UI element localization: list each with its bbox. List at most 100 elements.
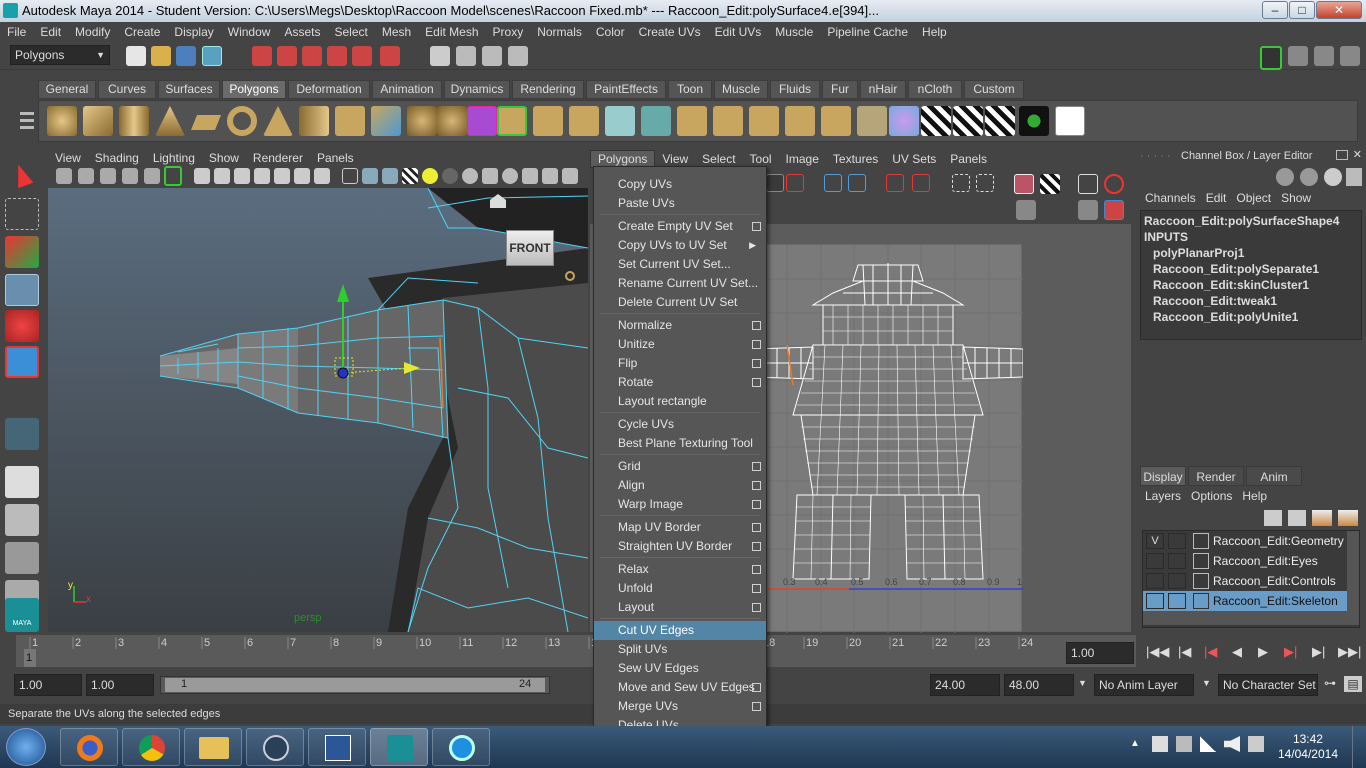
- insert-edge-loop-icon[interactable]: [641, 106, 671, 136]
- layer-visibility-toggle[interactable]: [1146, 573, 1164, 589]
- motion-blur-icon[interactable]: [482, 168, 498, 184]
- history-icon[interactable]: [380, 46, 400, 66]
- snap-point-icon[interactable]: [302, 46, 322, 66]
- channel-box-toggle-icon[interactable]: [1314, 46, 1334, 66]
- layer-tab-display[interactable]: Display: [1140, 466, 1186, 486]
- menu-edit-uvs[interactable]: Edit UVs: [708, 22, 769, 42]
- layer-color-swatch-icon[interactable]: [1193, 573, 1209, 589]
- layer-visibility-toggle[interactable]: V: [1146, 533, 1164, 549]
- smooth-shade-icon[interactable]: [362, 168, 378, 184]
- menu-item-sew-uv-edges[interactable]: Sew UV Edges: [594, 659, 766, 678]
- layer-display-type[interactable]: [1168, 573, 1186, 589]
- menu-normals[interactable]: Normals: [530, 22, 589, 42]
- option-box-icon[interactable]: [752, 542, 761, 551]
- menu-item-flip[interactable]: Flip: [594, 354, 766, 373]
- uv-menu-view[interactable]: View: [655, 151, 695, 167]
- menu-item-grid[interactable]: Grid: [594, 457, 766, 476]
- float-panel-icon[interactable]: [1336, 150, 1348, 160]
- cb-shape-node[interactable]: Raccoon_Edit:polySurfaceShape4: [1144, 213, 1339, 229]
- four-view-layout-icon[interactable]: [5, 504, 39, 536]
- uv-menu-panels[interactable]: Panels: [943, 151, 994, 167]
- menu-item-delete-current-uv-set[interactable]: Delete Current UV Set: [594, 293, 766, 312]
- menu-proxy[interactable]: Proxy: [486, 22, 531, 42]
- lights-icon[interactable]: [422, 168, 438, 184]
- uv-unfold-icon[interactable]: [985, 106, 1015, 136]
- tray-action-center-icon[interactable]: [1152, 736, 1168, 752]
- show-desktop-button[interactable]: [1352, 726, 1366, 768]
- step-back-key-icon[interactable]: |◀: [1204, 644, 1217, 660]
- move-layer-down-icon[interactable]: [1288, 510, 1306, 526]
- option-box-icon[interactable]: [752, 683, 761, 692]
- render-view-icon[interactable]: [430, 46, 450, 66]
- uv-texture-borders-icon[interactable]: [1104, 200, 1124, 220]
- uv-checker-icon[interactable]: [921, 106, 951, 136]
- menu-item-cut-uv-edges[interactable]: Cut UV Edges: [594, 621, 766, 640]
- taskbar-steam[interactable]: [246, 728, 304, 766]
- layer-menu-help[interactable]: Help: [1237, 488, 1272, 504]
- layer-list-scrollbar[interactable]: [1347, 531, 1359, 611]
- move-layer-up-icon[interactable]: [1264, 510, 1282, 526]
- go-to-end-icon[interactable]: ▶▶|: [1338, 644, 1361, 660]
- menu-item-rename-current-uv-set[interactable]: Rename Current UV Set...: [594, 274, 766, 293]
- poly-cylinder-icon[interactable]: [119, 106, 149, 136]
- menu-edit-mesh[interactable]: Edit Mesh: [418, 22, 485, 42]
- menu-item-copy-uvs-to-uv-set[interactable]: Copy UVs to UV Set ▶: [594, 236, 766, 255]
- uv-grid-icon[interactable]: [952, 174, 970, 192]
- shelf-tab-toon[interactable]: Toon: [668, 80, 712, 99]
- menu-item-copy-uvs[interactable]: Copy UVs: [594, 175, 766, 194]
- poly-reduce-icon[interactable]: [437, 106, 467, 136]
- gate-mask-icon[interactable]: [254, 168, 270, 184]
- uv-shaded-icon[interactable]: [1104, 174, 1124, 194]
- layer-menu-options[interactable]: Options: [1186, 488, 1237, 504]
- field-chart-icon[interactable]: [274, 168, 290, 184]
- merge-vertex-icon[interactable]: [749, 106, 779, 136]
- playback-end-field[interactable]: 24.00: [930, 674, 1000, 696]
- snap-grid-icon[interactable]: [252, 46, 272, 66]
- resolution-gate-icon[interactable]: [234, 168, 250, 184]
- close-panel-icon[interactable]: ✕: [1353, 148, 1362, 161]
- mode-selector[interactable]: Polygons ▼: [10, 45, 110, 65]
- poly-pyramid-icon[interactable]: [263, 106, 293, 136]
- taskbar-clock[interactable]: 13:42 14/04/2014: [1278, 732, 1338, 762]
- shelf-tab-custom[interactable]: Custom: [964, 80, 1024, 99]
- ambient-occlusion-icon[interactable]: [462, 168, 478, 184]
- bridge-icon[interactable]: [533, 106, 563, 136]
- animation-end-field[interactable]: 48.00: [1004, 674, 1074, 696]
- viewport-menu-view[interactable]: View: [48, 150, 88, 166]
- render-settings-icon[interactable]: [508, 46, 528, 66]
- perspective-viewport[interactable]: FRONT y x persp: [48, 188, 588, 632]
- camera-attributes-icon[interactable]: [78, 168, 94, 184]
- shelf-tab-animation[interactable]: Animation: [372, 80, 442, 99]
- cb-menu-show[interactable]: Show: [1276, 190, 1316, 206]
- persp-outliner-layout-icon[interactable]: [5, 542, 39, 574]
- menu-pipeline-cache[interactable]: Pipeline Cache: [820, 22, 915, 42]
- option-box-icon[interactable]: [752, 702, 761, 711]
- open-scene-icon[interactable]: [151, 46, 171, 66]
- snap-surface-icon[interactable]: [352, 46, 372, 66]
- channel-box-key-icon[interactable]: [1300, 168, 1318, 186]
- option-box-icon[interactable]: [752, 500, 761, 509]
- uv-menu-select[interactable]: Select: [695, 151, 742, 167]
- safe-action-icon[interactable]: [294, 168, 310, 184]
- viewcube-front[interactable]: FRONT: [506, 230, 554, 266]
- shelf-menu-icon[interactable]: [18, 100, 36, 142]
- two-d-pan-icon[interactable]: [144, 168, 160, 184]
- move-tool-icon[interactable]: [5, 274, 39, 306]
- sculpt-icon[interactable]: [889, 106, 919, 136]
- lasso-tool-icon[interactable]: [5, 198, 39, 230]
- menu-assets[interactable]: Assets: [277, 22, 327, 42]
- snap-curve-icon[interactable]: [277, 46, 297, 66]
- taskbar-explorer[interactable]: [184, 728, 242, 766]
- menu-file[interactable]: File: [0, 22, 33, 42]
- uv-menu-textures[interactable]: Textures: [826, 151, 885, 167]
- menu-modify[interactable]: Modify: [68, 22, 117, 42]
- layer-display-type[interactable]: [1168, 593, 1186, 609]
- menu-display[interactable]: Display: [167, 22, 220, 42]
- shelf-tab-curves[interactable]: Curves: [98, 80, 156, 99]
- play-backwards-icon[interactable]: ◀: [1232, 644, 1242, 660]
- new-layer-from-selection-icon[interactable]: [1338, 510, 1358, 526]
- layer-display-type[interactable]: [1168, 533, 1186, 549]
- menu-create-uvs[interactable]: Create UVs: [632, 22, 708, 42]
- uv-menu-uv-sets[interactable]: UV Sets: [885, 151, 943, 167]
- film-gate-icon[interactable]: [214, 168, 230, 184]
